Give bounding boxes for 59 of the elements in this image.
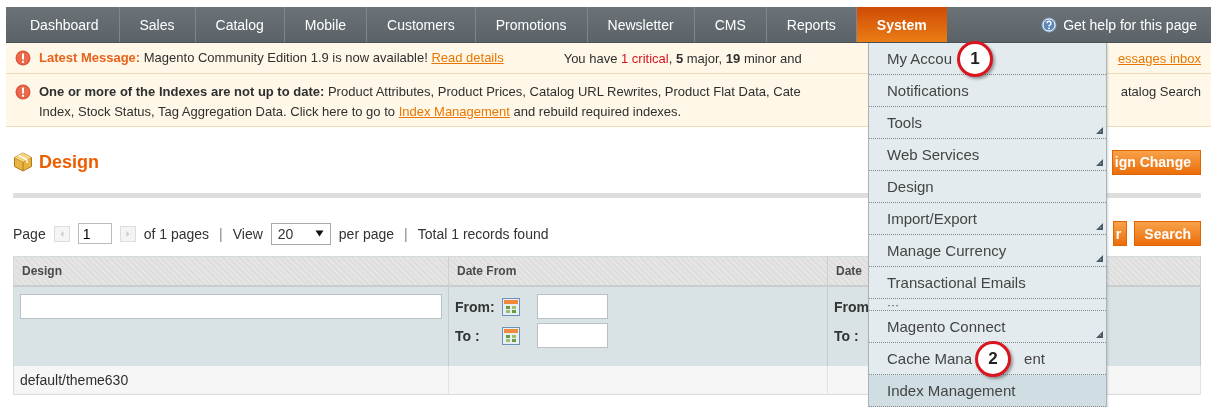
menu-item[interactable]: Notifications (869, 75, 1106, 107)
nav-item[interactable]: Customers (367, 7, 476, 42)
menu-item[interactable]: Manage Currency (869, 235, 1106, 267)
step-callout: 2 (975, 341, 1011, 377)
index-management-link[interactable]: Index Management (398, 104, 510, 119)
filter-label: To : (834, 327, 860, 344)
previous-page-icon (53, 225, 70, 242)
alert-icon (15, 50, 31, 66)
nav-item[interactable]: Reports (766, 7, 857, 42)
menu-item[interactable]: Transactional Emails (869, 267, 1106, 299)
message-summary: You have 1 critical, 5 major, 19 minor and (563, 50, 802, 66)
page-number-field[interactable]: 1 (77, 223, 112, 244)
caret-icon (314, 230, 324, 237)
message-text: atalog Search (1120, 83, 1201, 101)
filter-label: From (834, 298, 870, 315)
menu-item[interactable]: Tools (869, 107, 1106, 139)
filter-label: To : (455, 327, 481, 344)
help-link[interactable]: Get help for this page (1063, 16, 1197, 33)
nav-item[interactable]: Dashboard (10, 7, 120, 42)
menu-item[interactable]: Import/Export (869, 203, 1106, 235)
table-cell: default/theme630 (13, 366, 449, 395)
message-text: One or more of the Indexes are not up to date: Product Attributes, Product Prices, Catalog URL Rewrites, Product Flat Data, Cate (39, 83, 801, 101)
nav-item[interactable]: Promotions (475, 7, 588, 42)
inbox-link[interactable]: essages inbox (1117, 50, 1201, 66)
pager-divider: | (404, 225, 408, 242)
menu-item[interactable]: Index Management (869, 375, 1106, 407)
column-header: Date From (448, 256, 828, 286)
ellipsis: ··· (887, 300, 899, 309)
step-callout: 1 (957, 41, 993, 77)
pager-divider: | (219, 225, 223, 242)
next-page-icon (119, 225, 136, 242)
pager-label: Page (13, 225, 46, 242)
pager-label: per page (338, 225, 395, 242)
column-header: Design (13, 256, 449, 286)
alert-icon (15, 84, 31, 100)
per-page-select[interactable]: 20 (270, 222, 331, 245)
menu-item[interactable]: Design (869, 171, 1106, 203)
page-title: Design (39, 151, 99, 173)
nav-item[interactable]: Catalog (195, 7, 285, 42)
design-filter-field[interactable] (20, 294, 442, 319)
pager-label: of 1 pages (143, 225, 210, 242)
filter-label: From: (455, 298, 496, 315)
nav-item[interactable]: CMS (694, 7, 767, 42)
calendar-icon (502, 297, 520, 316)
nav-item[interactable]: Mobile (284, 7, 368, 42)
nav-item[interactable]: Sales (119, 7, 196, 42)
message-text: Latest Message: Magento Community Edition 1.9 is now available! Read details (39, 49, 504, 67)
help-icon (1041, 16, 1058, 33)
calendar-icon (502, 326, 520, 345)
nav-item[interactable]: Newsletter (587, 7, 695, 42)
pager-label: View (232, 225, 263, 242)
date-field[interactable] (537, 323, 608, 348)
menu-item[interactable]: Web Services (869, 139, 1106, 171)
nav-item[interactable]: System (856, 7, 947, 42)
records-count: Total 1 records found (417, 225, 549, 242)
read-details-link[interactable]: Read details (431, 50, 504, 65)
message-text: Index, Stock Status, Tag Aggregation Data. Click here to go to Index Management and rebuild required indexes. (39, 103, 683, 121)
date-field[interactable] (537, 294, 608, 319)
box-icon (13, 152, 33, 172)
